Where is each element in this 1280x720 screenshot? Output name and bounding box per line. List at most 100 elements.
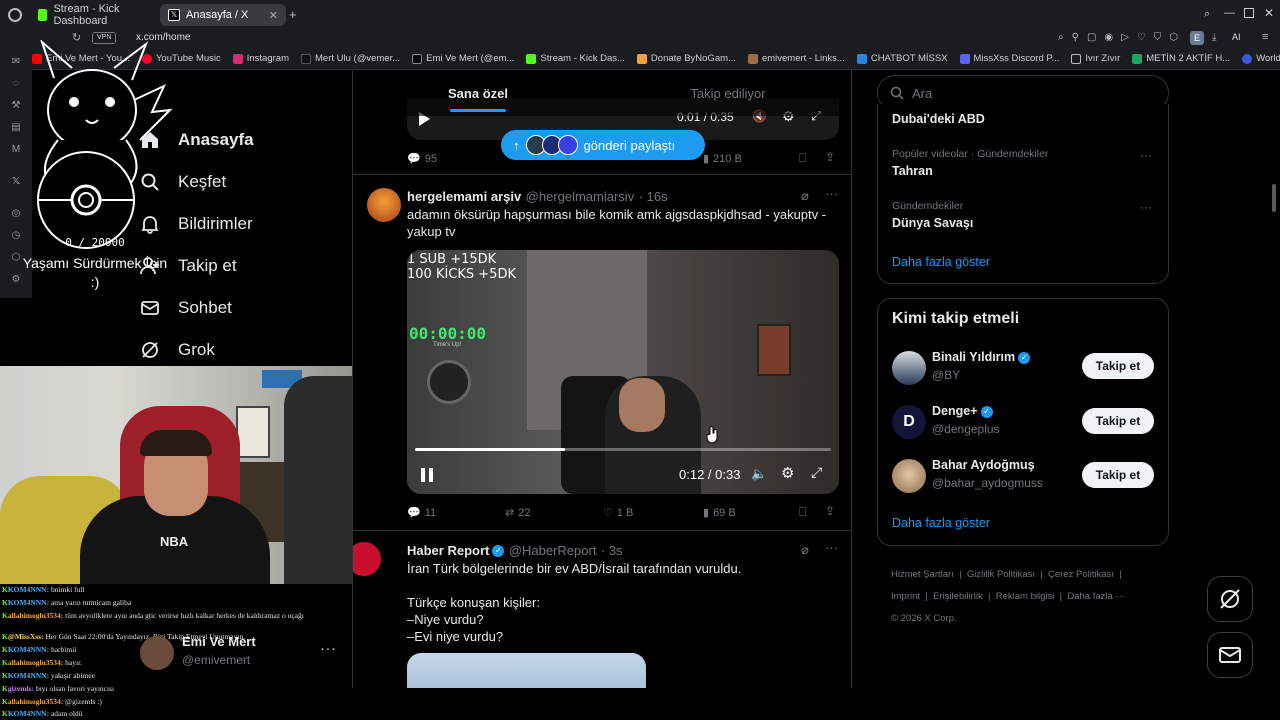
bookmark-icon[interactable]: ⎕: [799, 151, 806, 166]
follow-suggestion-name[interactable]: Binali Yıldırım ✓: [932, 350, 1031, 364]
video-player[interactable]: 1 SUB +15DK 100 KİCKS +5DK 00:00:00 Time…: [407, 250, 839, 494]
more-icon[interactable]: ···: [1140, 148, 1152, 162]
bookmark-item[interactable]: Ivır Zıvır: [1071, 53, 1120, 64]
zoom-icon[interactable]: ⌕: [1058, 32, 1064, 43]
share-icon[interactable]: ⇪: [825, 504, 835, 518]
author-handle[interactable]: @hergelmamiarsiv: [526, 189, 635, 204]
nav-explore[interactable]: Keşfet: [140, 172, 226, 192]
tweet-time[interactable]: · 16s: [639, 189, 668, 204]
share-icon[interactable]: ⇪: [825, 150, 835, 164]
footer-link[interactable]: Daha fazla ···: [1067, 591, 1125, 602]
bookmark-item[interactable]: Emi Ve Mert (@em...: [412, 53, 514, 64]
show-more-link[interactable]: Daha fazla göster: [892, 255, 990, 269]
download-icon[interactable]: ⤓: [1212, 32, 1216, 43]
opera-logo-icon[interactable]: [8, 8, 22, 22]
follow-button[interactable]: Takip et: [1082, 462, 1154, 488]
shield-icon[interactable]: ⛉: [1154, 32, 1162, 43]
author-name[interactable]: Haber Report: [407, 543, 489, 558]
footer-link[interactable]: Imprint: [891, 591, 920, 602]
author-handle[interactable]: @HaberReport: [509, 543, 597, 558]
avatar[interactable]: [892, 351, 926, 385]
messages-float-button[interactable]: [1207, 632, 1253, 678]
extensions-icon[interactable]: ⬡: [10, 252, 22, 264]
pause-icon[interactable]: [421, 468, 433, 482]
avatar[interactable]: [892, 459, 926, 493]
minimize-icon[interactable]: —: [1224, 7, 1235, 19]
heart-icon[interactable]: ♡: [1137, 32, 1146, 43]
settings-icon[interactable]: ⚙: [781, 464, 794, 482]
like-button[interactable]: ♡ 1 B: [603, 506, 633, 520]
nav-home[interactable]: Anasayfa: [140, 130, 254, 150]
bookmark-item[interactable]: Instagram: [232, 53, 289, 64]
close-tab-icon[interactable]: ✕: [269, 9, 278, 22]
search-tabs-icon[interactable]: ⌕: [1204, 8, 1210, 21]
extension-icon[interactable]: ▢: [1087, 32, 1096, 43]
tab-following[interactable]: Takip ediliyor: [603, 70, 851, 116]
avatar[interactable]: [353, 542, 381, 576]
reply-button[interactable]: 💬 11: [407, 506, 436, 520]
new-tab-icon[interactable]: +: [289, 8, 297, 22]
show-more-link[interactable]: Daha fazla göster: [892, 516, 990, 530]
trend-title[interactable]: Dubai'deki ABD: [892, 112, 985, 126]
tab-x-home[interactable]: 𝕏 Anasayfa / X ✕: [160, 4, 286, 26]
page-scrollbar[interactable]: [1272, 184, 1276, 212]
account-avatar[interactable]: [140, 636, 174, 670]
more-icon[interactable]: ···: [825, 186, 838, 201]
bookmark-item[interactable]: Donate ByNoGam...: [636, 53, 736, 64]
bookmark-item[interactable]: Mert Ulu (@vemer...: [301, 53, 400, 64]
new-posts-pill[interactable]: ↑ gönderi paylaştı: [501, 130, 705, 160]
trend-title[interactable]: Dünya Savaşı: [892, 216, 973, 230]
nav-notifications[interactable]: Bildirimler: [140, 214, 253, 234]
grok-float-button[interactable]: [1207, 576, 1253, 622]
footer-link[interactable]: Gizlilik Politikası: [967, 569, 1035, 580]
denge-logo-icon[interactable]: D: [892, 405, 926, 439]
puzzle-icon[interactable]: ⬡: [1169, 32, 1178, 43]
bookmark-item[interactable]: METİN 2 AKTİF H...: [1132, 53, 1230, 64]
repost-button[interactable]: ⇄ 22: [505, 506, 530, 520]
bookmark-item[interactable]: World Monitor - R...: [1242, 53, 1280, 64]
follow-button[interactable]: Takip et: [1082, 408, 1154, 434]
more-icon[interactable]: ···: [1140, 200, 1152, 214]
settings-icon[interactable]: ⚙: [10, 274, 22, 286]
tweet-time[interactable]: · 3s: [601, 543, 623, 558]
nav-chat[interactable]: Sohbet: [140, 298, 232, 318]
footer-link[interactable]: Hizmet Şartları: [891, 569, 954, 580]
follow-suggestion-name[interactable]: Bahar Aydoğmuş: [932, 458, 1035, 472]
fullscreen-icon[interactable]: ⤢: [811, 464, 822, 481]
follow-suggestion-name[interactable]: Denge+ ✓: [932, 404, 993, 418]
bookmark-icon[interactable]: ⚲: [1072, 32, 1079, 43]
grok-icon[interactable]: ⌀: [801, 542, 809, 558]
bookmark-item[interactable]: Stream - Kick Das...: [526, 53, 625, 64]
nav-follow[interactable]: Takip et: [140, 256, 237, 276]
camera-icon[interactable]: ◉: [1104, 32, 1113, 43]
author-name[interactable]: hergelemami arşiv: [407, 189, 521, 204]
bookmark-item[interactable]: CHATBOT MİSSX: [856, 53, 948, 64]
video-progress-track[interactable]: [415, 448, 831, 451]
avatar[interactable]: [367, 188, 401, 222]
reply-button[interactable]: 💬 95: [407, 152, 437, 166]
tab-for-you[interactable]: Sana özel: [353, 70, 603, 116]
maximize-icon[interactable]: [1244, 8, 1254, 18]
nav-grok[interactable]: Grok: [140, 340, 215, 360]
grok-icon[interactable]: ⌀: [801, 188, 809, 204]
footer-link[interactable]: Reklam bilgisi: [996, 591, 1055, 602]
more-icon[interactable]: ···: [320, 640, 337, 656]
play-icon[interactable]: ▷: [1121, 32, 1129, 43]
tweet-image[interactable]: [407, 653, 646, 688]
close-window-icon[interactable]: ✕: [1264, 6, 1274, 20]
bookmark-item[interactable]: MissXss Discord P...: [959, 53, 1059, 64]
profile-avatar[interactable]: E: [1190, 31, 1204, 45]
menu-icon[interactable]: ≡: [1262, 31, 1268, 43]
tab-kick-dashboard[interactable]: Stream - Kick Dashboard: [30, 3, 158, 27]
more-icon[interactable]: ···: [825, 540, 838, 555]
views-button[interactable]: ▮ 210 B: [703, 152, 742, 166]
bookmark-item[interactable]: emivemert - Links...: [747, 53, 845, 64]
bookmark-icon[interactable]: ⎕: [799, 505, 806, 520]
trend-title[interactable]: Tahran: [892, 164, 933, 178]
ai-button[interactable]: AI: [1232, 32, 1241, 42]
volume-icon[interactable]: 🔈: [751, 466, 767, 482]
follow-button[interactable]: Takip et: [1082, 353, 1154, 379]
footer-link[interactable]: Erişilebilirlik: [933, 591, 983, 602]
views-button[interactable]: ▮ 69 B: [703, 506, 736, 520]
footer-link[interactable]: Çerez Politikası: [1048, 569, 1114, 580]
